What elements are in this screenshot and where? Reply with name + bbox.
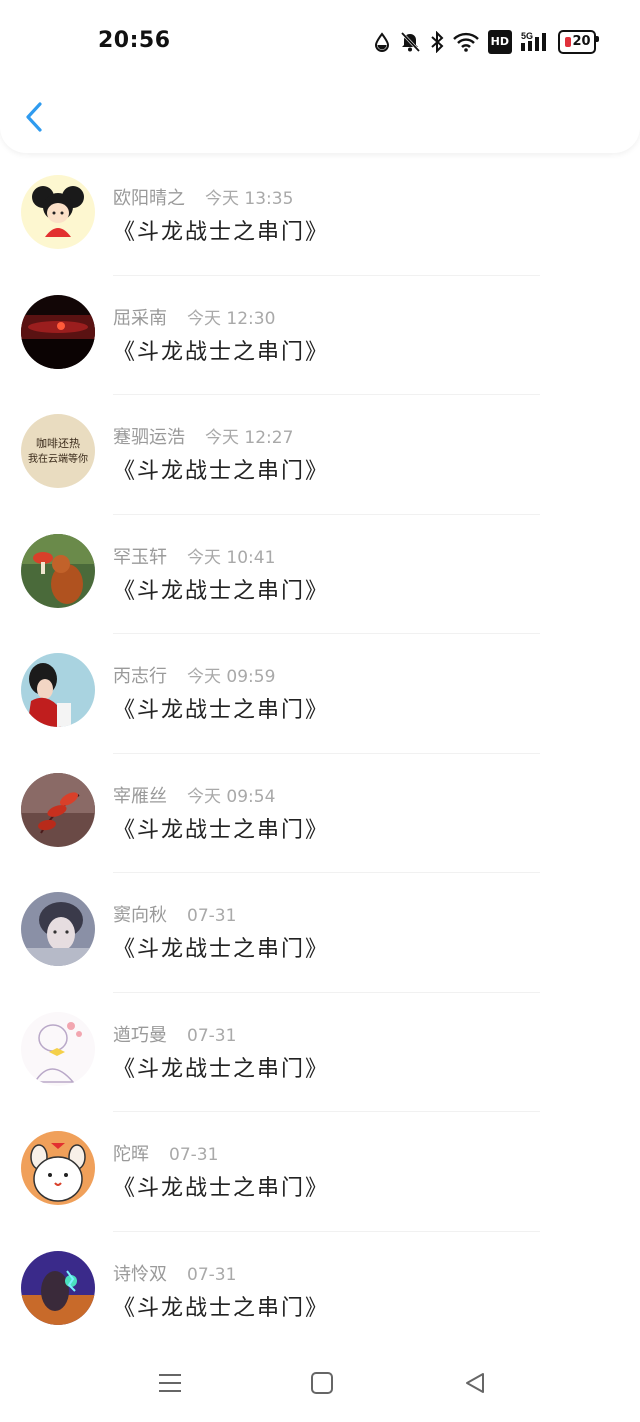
sender-name: 欧阳晴之	[113, 188, 185, 209]
timestamp: 07-31	[187, 1264, 237, 1285]
menu-button[interactable]	[150, 1368, 190, 1398]
status-bar: 20:56 HD 5G 20	[0, 0, 640, 86]
message-text: 《斗龙战士之串门》	[113, 817, 330, 843]
message-text: 《斗龙战士之串门》	[113, 220, 330, 245]
list-item[interactable]: 陀晖 07-31 《斗龙战士之串门》	[0, 1112, 640, 1232]
network-label: 5G	[521, 31, 533, 41]
drop-icon	[374, 30, 390, 54]
sender-name: 蹇驷运浩	[113, 427, 185, 448]
avatar[interactable]	[21, 1011, 95, 1086]
sender-name: 宰雁丝	[113, 785, 167, 807]
row-meta: 窦向秋 07-31	[113, 901, 236, 927]
sender-name: 陀晖	[113, 1144, 149, 1165]
row-meta: 罕玉轩 今天 10:41	[113, 543, 275, 569]
message-text: 《斗龙战士之串门》	[113, 1295, 330, 1321]
wifi-icon	[452, 30, 479, 54]
back-triangle-icon	[466, 1373, 484, 1393]
timestamp: 07-31	[169, 1145, 219, 1165]
timestamp: 今天 13:35	[205, 189, 294, 209]
list-item[interactable]: 罕玉轩 今天 10:41 《斗龙战士之串门》	[0, 515, 640, 634]
status-time: 20:56	[98, 28, 171, 53]
nav-back-button[interactable]	[455, 1368, 495, 1398]
chevron-left-icon	[26, 102, 42, 132]
top-panel: 20:56 HD 5G 20	[0, 0, 640, 153]
menu-icon	[159, 1374, 181, 1392]
bluetooth-icon	[430, 30, 444, 54]
row-meta: 屈采南 今天 12:30	[113, 304, 275, 330]
navigation-bar	[0, 1350, 640, 1422]
home-square-icon	[311, 1372, 333, 1394]
list-item[interactable]: 遒巧曼 07-31 《斗龙战士之串门》	[0, 993, 640, 1112]
avatar-text-line1: 咖啡还热	[36, 436, 80, 450]
sender-name: 窦向秋	[113, 905, 167, 926]
back-button[interactable]	[18, 96, 54, 138]
message-text: 《斗龙战士之串门》	[113, 1176, 330, 1201]
avatar[interactable]	[21, 892, 95, 966]
battery-fill	[565, 37, 572, 47]
list-item[interactable]: 宰雁丝 今天 09:54 《斗龙战士之串门》	[0, 754, 640, 873]
row-meta: 陀晖 07-31	[113, 1140, 218, 1166]
timestamp: 07-31	[187, 906, 237, 926]
message-list: 欧阳晴之 今天 13:35 《斗龙战士之串门》 屈采南 今天 12:30 《斗龙…	[0, 156, 640, 1351]
message-text: 《斗龙战士之串门》	[113, 578, 330, 604]
timestamp: 今天 12:30	[187, 308, 276, 329]
timestamp: 07-31	[187, 1025, 237, 1046]
sender-name: 屈采南	[113, 307, 167, 329]
sender-name: 遒巧曼	[113, 1024, 167, 1046]
battery-level: 20	[572, 34, 591, 49]
status-icons: HD 5G 20	[374, 30, 599, 54]
sender-name: 诗怜双	[113, 1263, 167, 1285]
timestamp: 今天 10:41	[187, 547, 276, 568]
battery-icon: 20	[558, 30, 599, 54]
avatar[interactable]: 咖啡还热 我在云端等你	[21, 414, 95, 488]
list-item[interactable]: 欧阳晴之 今天 13:35 《斗龙战士之串门》	[0, 156, 640, 276]
row-meta: 欧阳晴之 今天 13:35	[113, 184, 293, 210]
list-item[interactable]: 屈采南 今天 12:30 《斗龙战士之串门》	[0, 276, 640, 395]
sender-name: 丙志行	[113, 666, 167, 687]
row-meta: 遒巧曼 07-31	[113, 1021, 236, 1047]
timestamp: 今天 09:59	[187, 667, 276, 687]
home-button[interactable]	[302, 1368, 342, 1398]
list-item[interactable]: 窦向秋 07-31 《斗龙战士之串门》	[0, 873, 640, 993]
timestamp: 今天 09:54	[187, 786, 276, 807]
avatar[interactable]	[21, 175, 95, 249]
row-meta: 蹇驷运浩 今天 12:27	[113, 423, 293, 449]
avatar[interactable]	[21, 653, 95, 727]
message-text: 《斗龙战士之串门》	[113, 937, 330, 962]
message-text: 《斗龙战士之串门》	[113, 459, 330, 484]
avatar-text-line2: 我在云端等你	[28, 452, 88, 465]
bell-mute-icon	[399, 30, 421, 54]
list-item[interactable]: 丙志行 今天 09:59 《斗龙战士之串门》	[0, 634, 640, 754]
message-text: 《斗龙战士之串门》	[113, 1056, 330, 1082]
avatar[interactable]	[21, 1250, 95, 1325]
list-item[interactable]: 咖啡还热 我在云端等你 蹇驷运浩 今天 12:27 《斗龙战士之串门》	[0, 395, 640, 515]
avatar[interactable]	[21, 1131, 95, 1205]
message-text: 《斗龙战士之串门》	[113, 339, 330, 365]
signal-5g-icon: 5G	[521, 30, 549, 54]
list-item[interactable]: 诗怜双 07-31 《斗龙战士之串门》	[0, 1232, 640, 1352]
row-meta: 诗怜双 07-31	[113, 1260, 236, 1286]
avatar[interactable]	[21, 294, 95, 369]
row-meta: 丙志行 今天 09:59	[113, 662, 275, 688]
sender-name: 罕玉轩	[113, 546, 167, 568]
avatar[interactable]	[21, 533, 95, 608]
avatar[interactable]	[21, 772, 95, 847]
row-meta: 宰雁丝 今天 09:54	[113, 782, 275, 808]
message-text: 《斗龙战士之串门》	[113, 698, 330, 723]
timestamp: 今天 12:27	[205, 428, 294, 448]
hd-icon: HD	[487, 30, 512, 54]
